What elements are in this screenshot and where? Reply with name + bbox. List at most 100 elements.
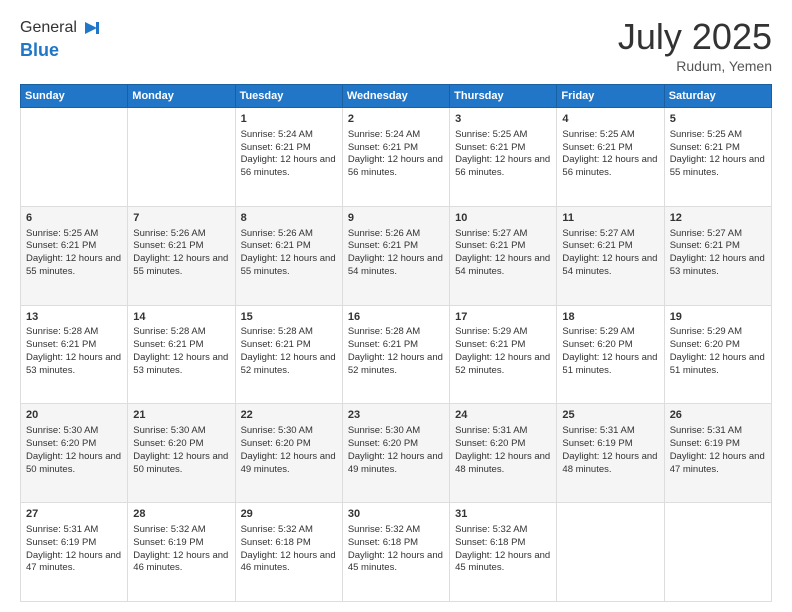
daylight-text: Daylight: 12 hours and 50 minutes. — [133, 451, 228, 475]
weekday-header-row: SundayMondayTuesdayWednesdayThursdayFrid… — [21, 85, 772, 108]
sunrise-text: Sunrise: 5:28 AM — [241, 326, 313, 337]
weekday-header: Sunday — [21, 85, 128, 108]
sunrise-text: Sunrise: 5:30 AM — [133, 425, 205, 436]
sunset-text: Sunset: 6:20 PM — [133, 438, 203, 449]
calendar-cell: 1Sunrise: 5:24 AMSunset: 6:21 PMDaylight… — [235, 108, 342, 207]
calendar-page: General Blue July 2025 Rudum, Yemen Sund… — [0, 0, 792, 612]
day-number: 15 — [241, 310, 337, 325]
sunrise-text: Sunrise: 5:25 AM — [455, 129, 527, 140]
sunset-text: Sunset: 6:21 PM — [670, 240, 740, 251]
daylight-text: Daylight: 12 hours and 49 minutes. — [241, 451, 336, 475]
calendar-cell — [664, 503, 771, 602]
calendar-cell: 5Sunrise: 5:25 AMSunset: 6:21 PMDaylight… — [664, 108, 771, 207]
calendar-cell: 26Sunrise: 5:31 AMSunset: 6:19 PMDayligh… — [664, 404, 771, 503]
day-number: 19 — [670, 310, 766, 325]
sunset-text: Sunset: 6:20 PM — [670, 339, 740, 350]
day-number: 8 — [241, 211, 337, 226]
sunset-text: Sunset: 6:18 PM — [348, 537, 418, 548]
day-number: 13 — [26, 310, 122, 325]
sunset-text: Sunset: 6:21 PM — [562, 142, 632, 153]
month-title: July 2025 — [618, 16, 772, 58]
weekday-header: Wednesday — [342, 85, 449, 108]
day-number: 17 — [455, 310, 551, 325]
daylight-text: Daylight: 12 hours and 50 minutes. — [26, 451, 121, 475]
daylight-text: Daylight: 12 hours and 46 minutes. — [241, 550, 336, 574]
page-header: General Blue July 2025 Rudum, Yemen — [20, 16, 772, 74]
daylight-text: Daylight: 12 hours and 47 minutes. — [670, 451, 765, 475]
calendar-week-row: 13Sunrise: 5:28 AMSunset: 6:21 PMDayligh… — [21, 305, 772, 404]
daylight-text: Daylight: 12 hours and 53 minutes. — [26, 352, 121, 376]
sunset-text: Sunset: 6:20 PM — [562, 339, 632, 350]
sunrise-text: Sunrise: 5:27 AM — [562, 228, 634, 239]
calendar-cell: 30Sunrise: 5:32 AMSunset: 6:18 PMDayligh… — [342, 503, 449, 602]
day-number: 25 — [562, 408, 658, 423]
calendar-cell: 22Sunrise: 5:30 AMSunset: 6:20 PMDayligh… — [235, 404, 342, 503]
calendar-cell: 21Sunrise: 5:30 AMSunset: 6:20 PMDayligh… — [128, 404, 235, 503]
sunset-text: Sunset: 6:21 PM — [26, 240, 96, 251]
daylight-text: Daylight: 12 hours and 53 minutes. — [670, 253, 765, 277]
sunrise-text: Sunrise: 5:32 AM — [133, 524, 205, 535]
sunrise-text: Sunrise: 5:31 AM — [670, 425, 742, 436]
sunset-text: Sunset: 6:20 PM — [348, 438, 418, 449]
calendar-cell: 28Sunrise: 5:32 AMSunset: 6:19 PMDayligh… — [128, 503, 235, 602]
calendar-cell: 18Sunrise: 5:29 AMSunset: 6:20 PMDayligh… — [557, 305, 664, 404]
calendar-cell: 4Sunrise: 5:25 AMSunset: 6:21 PMDaylight… — [557, 108, 664, 207]
day-number: 27 — [26, 507, 122, 522]
sunrise-text: Sunrise: 5:25 AM — [26, 228, 98, 239]
calendar-cell: 15Sunrise: 5:28 AMSunset: 6:21 PMDayligh… — [235, 305, 342, 404]
daylight-text: Daylight: 12 hours and 52 minutes. — [348, 352, 443, 376]
daylight-text: Daylight: 12 hours and 56 minutes. — [455, 154, 550, 178]
calendar-cell — [557, 503, 664, 602]
weekday-header: Saturday — [664, 85, 771, 108]
calendar-cell: 19Sunrise: 5:29 AMSunset: 6:20 PMDayligh… — [664, 305, 771, 404]
calendar-week-row: 6Sunrise: 5:25 AMSunset: 6:21 PMDaylight… — [21, 206, 772, 305]
day-number: 16 — [348, 310, 444, 325]
sunrise-text: Sunrise: 5:26 AM — [133, 228, 205, 239]
sunset-text: Sunset: 6:21 PM — [348, 240, 418, 251]
calendar-cell: 10Sunrise: 5:27 AMSunset: 6:21 PMDayligh… — [450, 206, 557, 305]
day-number: 9 — [348, 211, 444, 226]
daylight-text: Daylight: 12 hours and 55 minutes. — [670, 154, 765, 178]
daylight-text: Daylight: 12 hours and 54 minutes. — [348, 253, 443, 277]
calendar-cell: 29Sunrise: 5:32 AMSunset: 6:18 PMDayligh… — [235, 503, 342, 602]
sunset-text: Sunset: 6:21 PM — [562, 240, 632, 251]
calendar-cell: 7Sunrise: 5:26 AMSunset: 6:21 PMDaylight… — [128, 206, 235, 305]
sunset-text: Sunset: 6:21 PM — [455, 339, 525, 350]
sunset-text: Sunset: 6:20 PM — [26, 438, 96, 449]
day-number: 11 — [562, 211, 658, 226]
daylight-text: Daylight: 12 hours and 53 minutes. — [133, 352, 228, 376]
sunset-text: Sunset: 6:21 PM — [348, 142, 418, 153]
daylight-text: Daylight: 12 hours and 49 minutes. — [348, 451, 443, 475]
sunrise-text: Sunrise: 5:32 AM — [241, 524, 313, 535]
weekday-header: Tuesday — [235, 85, 342, 108]
daylight-text: Daylight: 12 hours and 52 minutes. — [455, 352, 550, 376]
day-number: 28 — [133, 507, 229, 522]
daylight-text: Daylight: 12 hours and 45 minutes. — [455, 550, 550, 574]
daylight-text: Daylight: 12 hours and 54 minutes. — [455, 253, 550, 277]
day-number: 3 — [455, 112, 551, 127]
calendar-cell: 9Sunrise: 5:26 AMSunset: 6:21 PMDaylight… — [342, 206, 449, 305]
day-number: 24 — [455, 408, 551, 423]
calendar-cell: 14Sunrise: 5:28 AMSunset: 6:21 PMDayligh… — [128, 305, 235, 404]
sunset-text: Sunset: 6:21 PM — [133, 339, 203, 350]
calendar-cell: 27Sunrise: 5:31 AMSunset: 6:19 PMDayligh… — [21, 503, 128, 602]
day-number: 12 — [670, 211, 766, 226]
calendar-cell: 23Sunrise: 5:30 AMSunset: 6:20 PMDayligh… — [342, 404, 449, 503]
calendar-cell: 16Sunrise: 5:28 AMSunset: 6:21 PMDayligh… — [342, 305, 449, 404]
sunrise-text: Sunrise: 5:25 AM — [670, 129, 742, 140]
sunset-text: Sunset: 6:21 PM — [26, 339, 96, 350]
day-number: 20 — [26, 408, 122, 423]
calendar-cell: 3Sunrise: 5:25 AMSunset: 6:21 PMDaylight… — [450, 108, 557, 207]
daylight-text: Daylight: 12 hours and 55 minutes. — [241, 253, 336, 277]
sunset-text: Sunset: 6:18 PM — [241, 537, 311, 548]
sunset-text: Sunset: 6:21 PM — [455, 240, 525, 251]
sunrise-text: Sunrise: 5:28 AM — [26, 326, 98, 337]
daylight-text: Daylight: 12 hours and 55 minutes. — [133, 253, 228, 277]
daylight-text: Daylight: 12 hours and 52 minutes. — [241, 352, 336, 376]
calendar-cell: 25Sunrise: 5:31 AMSunset: 6:19 PMDayligh… — [557, 404, 664, 503]
daylight-text: Daylight: 12 hours and 46 minutes. — [133, 550, 228, 574]
sunrise-text: Sunrise: 5:28 AM — [348, 326, 420, 337]
calendar-cell: 8Sunrise: 5:26 AMSunset: 6:21 PMDaylight… — [235, 206, 342, 305]
daylight-text: Daylight: 12 hours and 48 minutes. — [562, 451, 657, 475]
day-number: 10 — [455, 211, 551, 226]
